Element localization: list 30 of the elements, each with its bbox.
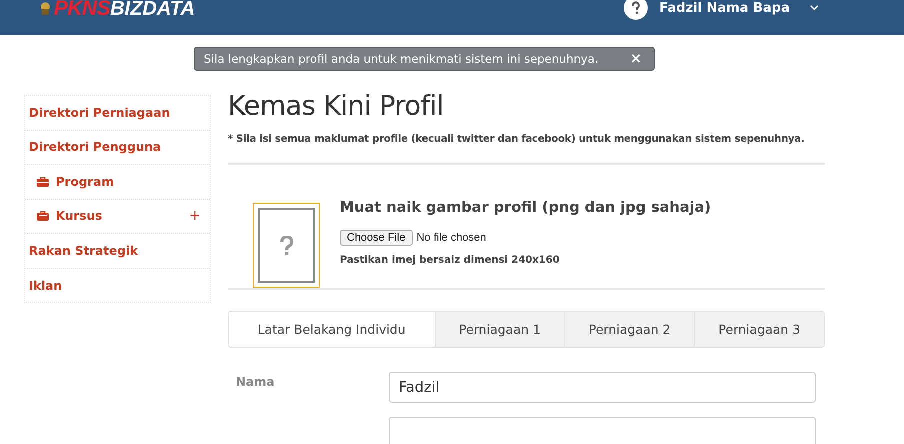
tab[interactable]: Perniagaan 3 xyxy=(694,312,824,347)
sidebar-item[interactable]: Direktori Perniagaan xyxy=(25,96,210,130)
sidebar-item[interactable]: Rakan Strategik xyxy=(25,234,210,268)
sidebar-item[interactable]: Kursus + xyxy=(25,200,210,234)
briefcase-icon xyxy=(37,176,49,187)
question-mark-icon xyxy=(280,236,294,256)
chevron-down-icon[interactable] xyxy=(810,5,819,11)
input-field[interactable]: Fadzil xyxy=(389,372,816,403)
file-status: No file chosen xyxy=(416,232,486,244)
alert-message: Sila lengkapkan profil anda untuk menikmati sistem ini sepenuhnya. xyxy=(204,52,599,66)
sidebar-item[interactable]: Iklan xyxy=(25,268,210,303)
sidebar-item[interactable]: Program xyxy=(25,165,210,200)
choose-file-button[interactable]: Choose File xyxy=(340,230,413,246)
input-field[interactable] xyxy=(389,417,816,444)
logo-product: BIZDATA xyxy=(110,0,196,20)
avatar-icon[interactable] xyxy=(624,0,648,20)
emblem-icon xyxy=(40,2,51,16)
tab[interactable]: Perniagaan 2 xyxy=(564,312,694,347)
page-title: Kemas Kini Profil xyxy=(228,91,445,122)
toolbox-icon xyxy=(37,211,49,222)
close-button[interactable]: × xyxy=(630,51,642,67)
upload-heading: Muat naik gambar profil (png dan jpg sahaja) xyxy=(340,200,712,216)
upload-hint: Pastikan imej bersaiz dimensi 240x160 xyxy=(340,255,561,266)
expand-toggle[interactable]: + xyxy=(189,208,201,224)
tab[interactable]: Perniagaan 1 xyxy=(434,312,564,347)
field-label: Nama xyxy=(236,375,275,389)
logo-brand: PKNS xyxy=(54,0,110,21)
user-name[interactable]: Fadzil Nama Bapa xyxy=(660,0,790,16)
form-note: * Sila isi semua maklumat profile (kecuali twitter dan facebook) untuk menggunakan sistem sepenuhnya. xyxy=(228,134,806,145)
sidebar-item[interactable]: Direktori Pengguna xyxy=(25,130,210,165)
